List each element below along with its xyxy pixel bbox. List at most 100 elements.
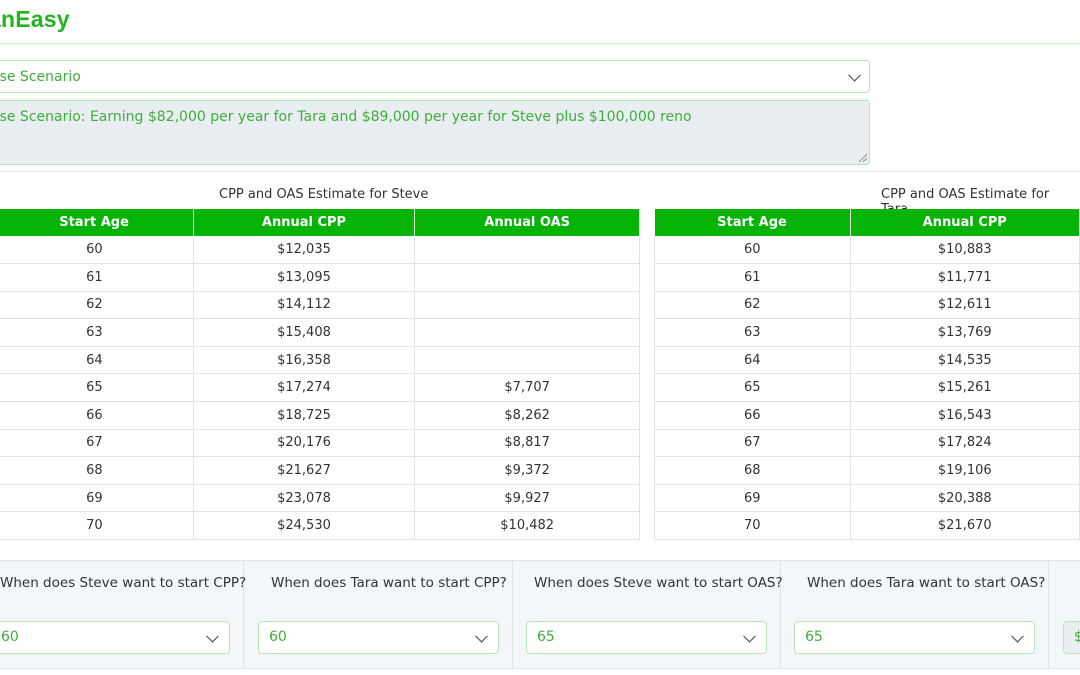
column-header-annual-oas: Annual OAS	[414, 209, 640, 236]
table-row: 60 $12,035	[0, 236, 640, 265]
steve-cpp-select-value: 60	[1, 629, 19, 645]
table-header-row: Start Age Annual CPP Annual OAS	[0, 209, 640, 236]
table-row: 69 $23,078 $9,927	[0, 484, 640, 513]
table-row: 63 $13,769	[654, 318, 1080, 347]
tara-oas-question: When does Tara want to start OAS?	[807, 575, 1046, 591]
steve-estimate-table: Start Age Annual CPP Annual OAS 60 $12,03…	[0, 209, 640, 541]
cell-start-age: 70	[654, 511, 851, 541]
cell-annual-cpp: $21,627	[193, 456, 416, 485]
chevron-down-icon	[206, 629, 219, 643]
chevron-down-icon	[1011, 629, 1024, 643]
cell-annual-oas	[414, 291, 640, 320]
tara-cpp-select[interactable]: 60	[258, 621, 499, 654]
chevron-down-icon	[743, 629, 756, 643]
cell-annual-cpp: $14,535	[850, 346, 1080, 375]
column-header-start-age: Start Age	[654, 209, 851, 236]
steve-oas-question: When does Steve want to start OAS?	[534, 575, 783, 591]
tara-oas-control: When does Tara want to start OAS? 65	[781, 561, 1049, 668]
steve-cpp-select[interactable]: 60	[0, 621, 230, 654]
steve-cpp-question: When does Steve want to start CPP?	[0, 575, 247, 591]
cell-annual-cpp: $12,035	[193, 236, 416, 265]
cell-annual-oas: $7,707	[414, 373, 640, 403]
table-row: 67 $20,176 $8,817	[0, 429, 640, 458]
cell-annual-oas: $8,262	[414, 401, 640, 430]
table-row: 64 $14,535	[654, 346, 1080, 375]
table-row: 66 $18,725 $8,262	[0, 401, 640, 430]
cell-annual-cpp: $17,274	[193, 373, 416, 403]
cell-annual-cpp: $21,670	[850, 511, 1080, 541]
cell-annual-cpp: $18,725	[193, 401, 416, 430]
table-row: 61 $13,095	[0, 263, 640, 292]
cell-start-age: 64	[654, 346, 851, 375]
tara-oas-select-value: 65	[805, 629, 823, 645]
chevron-down-icon	[848, 68, 861, 82]
app-logo[interactable]: anEasy	[0, 6, 70, 33]
table-row: 62 $12,611	[654, 291, 1080, 320]
cell-start-age: 65	[0, 373, 194, 403]
cell-annual-oas	[414, 318, 640, 347]
tara-cpp-select-value: 60	[269, 629, 287, 645]
cell-annual-cpp: $12,611	[850, 291, 1080, 320]
tara-cpp-question: When does Tara want to start CPP?	[271, 575, 507, 591]
column-header-annual-cpp: Annual CPP	[850, 209, 1080, 236]
cell-annual-oas	[414, 263, 640, 292]
cell-annual-oas: $9,927	[414, 484, 640, 513]
cell-annual-cpp: $13,095	[193, 263, 416, 292]
cell-annual-cpp: $24,530	[193, 511, 416, 541]
cell-start-age: 60	[654, 236, 851, 265]
table-row: 65 $15,261	[654, 373, 1080, 403]
cell-start-age: 68	[654, 456, 851, 485]
scenario-description-text: ase Scenario: Earning $82,000 per year f…	[0, 109, 692, 125]
cell-start-age: 70	[0, 511, 194, 541]
tara-oas-select[interactable]: 65	[794, 621, 1035, 654]
cell-annual-oas	[414, 346, 640, 375]
table-row: 66 $16,543	[654, 401, 1080, 430]
table-row: 69 $20,388	[654, 484, 1080, 513]
cell-start-age: 62	[0, 291, 194, 320]
table-row: 60 $10,883	[654, 236, 1080, 265]
cell-start-age: 65	[654, 373, 851, 403]
section-divider	[0, 171, 1080, 172]
cell-start-age: 67	[654, 429, 851, 458]
steve-oas-control: When does Steve want to start OAS? 65	[513, 561, 783, 668]
scenario-description-textarea[interactable]: ase Scenario: Earning $82,000 per year f…	[0, 100, 870, 165]
cell-start-age: 69	[0, 484, 194, 513]
steve-oas-select[interactable]: 65	[526, 621, 767, 654]
table-row: 70 $24,530 $10,482	[0, 511, 640, 541]
cell-annual-cpp: $20,176	[193, 429, 416, 458]
cell-annual-cpp: $10,883	[850, 236, 1080, 265]
cell-start-age: 64	[0, 346, 194, 375]
cell-annual-cpp: $17,824	[850, 429, 1080, 458]
cell-annual-oas: $8,817	[414, 429, 640, 458]
cell-start-age: 66	[0, 401, 194, 430]
cell-start-age: 67	[0, 429, 194, 458]
partial-input-field[interactable]: $	[1063, 621, 1080, 654]
steve-oas-select-value: 65	[537, 629, 555, 645]
cell-annual-cpp: $19,106	[850, 456, 1080, 485]
cell-annual-oas: $9,372	[414, 456, 640, 485]
resize-grip-icon[interactable]	[859, 154, 867, 162]
scenario-select-value: ase Scenario	[0, 68, 81, 85]
table-row: 70 $21,670	[654, 511, 1080, 541]
cell-annual-cpp: $20,388	[850, 484, 1080, 513]
steve-cpp-control: When does Steve want to start CPP? 60	[0, 561, 247, 668]
cell-annual-cpp: $15,261	[850, 373, 1080, 403]
table-row: 68 $19,106	[654, 456, 1080, 485]
tara-cpp-control: When does Tara want to start CPP? 60	[244, 561, 513, 668]
cell-annual-oas: $10,482	[414, 511, 640, 541]
cell-annual-cpp: $23,078	[193, 484, 416, 513]
cell-start-age: 62	[654, 291, 851, 320]
cell-start-age: 63	[654, 318, 851, 347]
table-row: 67 $17,824	[654, 429, 1080, 458]
cell-start-age: 69	[654, 484, 851, 513]
steve-table-title: CPP and OAS Estimate for Steve	[219, 187, 429, 202]
cell-start-age: 68	[0, 456, 194, 485]
column-header-annual-cpp: Annual CPP	[193, 209, 416, 236]
partial-input-value: $	[1074, 629, 1080, 645]
scenario-select[interactable]: ase Scenario	[0, 60, 870, 93]
table-row: 62 $14,112	[0, 291, 640, 320]
table-header-row: Start Age Annual CPP	[654, 209, 1080, 236]
table-row: 64 $16,358	[0, 346, 640, 375]
header-divider	[0, 43, 1080, 44]
table-row: 68 $21,627 $9,372	[0, 456, 640, 485]
